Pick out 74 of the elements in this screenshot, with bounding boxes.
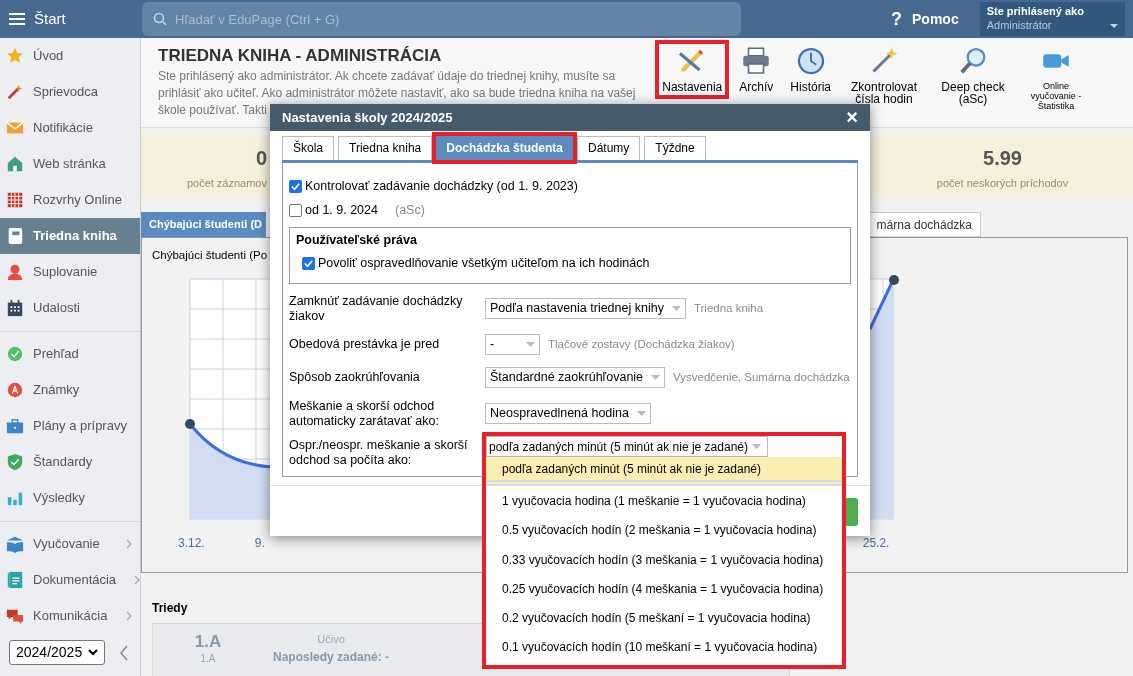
dropdown-option[interactable]: 0.25 vyučovacích hodín (4 meškania = 1 vyučovacia hodina) bbox=[486, 574, 842, 604]
login-role: Administrátor bbox=[986, 18, 1052, 32]
select-field[interactable]: Neospravedlnená hodina bbox=[485, 403, 651, 424]
description-line: škole používať. Takti bbox=[158, 102, 267, 119]
sidebar-item[interactable]: Prehľad bbox=[0, 336, 140, 372]
login-title: Ste prihlásený ako bbox=[986, 4, 1084, 18]
axis-label: 9. bbox=[254, 535, 265, 553]
toolbar-button[interactable]: Nastavenia bbox=[655, 40, 730, 99]
sidebar-item[interactable]: Notifikácie bbox=[0, 110, 140, 146]
sidebar-item[interactable]: Rozvrhy Online bbox=[0, 182, 140, 218]
sidebar-item[interactable]: Triedna kniha bbox=[0, 218, 140, 254]
sidebar-item[interactable]: Sprievodca bbox=[0, 74, 140, 110]
dialog-title: Nastavenia školy 2024/2025 bbox=[282, 108, 453, 127]
sidebar-item[interactable]: Udalosti bbox=[0, 290, 140, 326]
sidebar-item[interactable]: Štandardy bbox=[0, 444, 140, 480]
sidebar-item[interactable]: Vyučovanie bbox=[0, 526, 140, 562]
field-label: Obedová prestávka je pred bbox=[289, 337, 441, 352]
tab[interactable]: Škola bbox=[282, 135, 335, 160]
field-label: Meškanie a skorší odchod automaticky zarátavať ako: bbox=[289, 398, 440, 429]
tab[interactable]: Dátumy bbox=[577, 135, 641, 160]
search-field[interactable]: Hľadať v EduPage (Ctrl + G) bbox=[142, 2, 741, 36]
checkbox-label: Kontrolovať zadávanie dochádzky (od 1. 9. 2023) bbox=[305, 178, 578, 196]
note-text: Tlačové zostavy (Dochádzka žiakov) bbox=[548, 336, 735, 352]
note-text: (aSc) bbox=[395, 202, 425, 220]
field-label: Zamknúť zadávanie dochádzky žiakov bbox=[289, 293, 464, 324]
stat-value: 0 bbox=[255, 145, 267, 171]
sidebar-item[interactable]: Úvod bbox=[0, 38, 140, 74]
select-field[interactable]: Štandardné zaokrúhľovanie bbox=[485, 367, 666, 388]
field-label: Ospr./neospr. meškanie a skorší odchod sa počíta ako: bbox=[289, 437, 469, 468]
toolbar-button[interactable]: Archív bbox=[732, 40, 781, 99]
stat-label: počet záznamov bbox=[186, 175, 267, 191]
sidebar-item[interactable]: Web stránka bbox=[0, 146, 140, 182]
help-button[interactable]: ? Pomoc bbox=[891, 5, 959, 33]
subject-label: Učivo bbox=[317, 632, 345, 647]
tab[interactable]: Chýbajúci študenti (D bbox=[141, 212, 267, 237]
checkbox-label: od 1. 9. 2024 bbox=[305, 202, 378, 220]
select-field[interactable]: podľa zadaných minút (5 minút ak nie je zadané) bbox=[486, 436, 768, 457]
description-line: prihlásiť ako učiteľ. Ako administrátor môžete nastaviť, ako sa bude triedna kniha na vašej bbox=[158, 85, 636, 102]
toolbar-button[interactable]: História bbox=[783, 40, 838, 99]
tab[interactable]: Triedna kniha bbox=[338, 135, 433, 160]
group-title: Používateľské práva bbox=[296, 231, 417, 249]
tab[interactable]: Týždne bbox=[644, 135, 706, 160]
sidebar-item[interactable]: Známky bbox=[0, 372, 140, 408]
login-menu[interactable]: Ste prihlásený ako Administrátor bbox=[979, 2, 1125, 36]
start-menu-button[interactable]: Štart bbox=[0, 0, 141, 38]
axis-label: 3.12. bbox=[178, 535, 205, 553]
dropdown-option[interactable]: podľa zadaných minút (5 minút ak nie je zadané) bbox=[486, 457, 842, 487]
sidebar-item[interactable]: Suplovanie bbox=[0, 254, 140, 290]
select-field[interactable]: Podľa nastavenia triednej knihy bbox=[485, 298, 686, 319]
section-title: Triedy bbox=[152, 600, 188, 617]
year-select[interactable]: 2024/2025 bbox=[9, 640, 105, 665]
chart-title: Chýbajúci študenti (Po bbox=[152, 248, 268, 263]
toolbar-button[interactable]: Online vyučovanie - Štatistika bbox=[1019, 40, 1093, 117]
sidebar-item[interactable]: Komunikácia bbox=[0, 598, 140, 634]
note-text: Triedna kniha bbox=[693, 300, 764, 316]
stat-value: 5.99 bbox=[983, 145, 1022, 171]
class-name: 1.A bbox=[194, 633, 222, 651]
note-text: Vysvedčenie, Sumárna dochádzka bbox=[673, 369, 850, 385]
last-entry-text: Naposledy zadané: - bbox=[273, 648, 390, 666]
field-label: Spôsob zaokrúhľovania bbox=[289, 370, 421, 385]
dropdown-option[interactable]: 1 vyučovacia hodina (1 meškanie = 1 vyučovacia hodina) bbox=[486, 486, 842, 516]
sidebar-item[interactable]: Plány a prípravy bbox=[0, 408, 140, 444]
sidebar-item[interactable]: Výsledky bbox=[0, 480, 140, 516]
axis-label: 25.2. bbox=[862, 535, 890, 553]
dropdown-option[interactable]: 0.5 vyučovacích hodín (2 meškania = 1 vyučovacia hodina) bbox=[486, 515, 842, 545]
select-field[interactable]: - bbox=[485, 334, 540, 355]
description-line: Ste prihlásený ako administrátor. Ak chcete zadávať údaje do triednej knihy, musíte sa bbox=[158, 68, 616, 85]
toolbar-button[interactable]: Deep check (aSc) bbox=[930, 40, 1016, 111]
class-short-name: 1.A bbox=[200, 652, 216, 666]
sidebar-item[interactable]: Dokumentácia bbox=[0, 562, 140, 598]
dropdown-option[interactable]: 0.33 vyučovacích hodín (3 meškania = 1 vyučovacia hodina) bbox=[486, 544, 842, 575]
stat-label: počet neskorých príchodov bbox=[936, 175, 1069, 191]
checkbox-label: Povoliť ospravedlňovanie všetkým učiteľom na ich hodinách bbox=[318, 254, 650, 272]
page-title: TRIEDNA KNIHA - ADMINISTRÁCIA bbox=[158, 46, 442, 66]
